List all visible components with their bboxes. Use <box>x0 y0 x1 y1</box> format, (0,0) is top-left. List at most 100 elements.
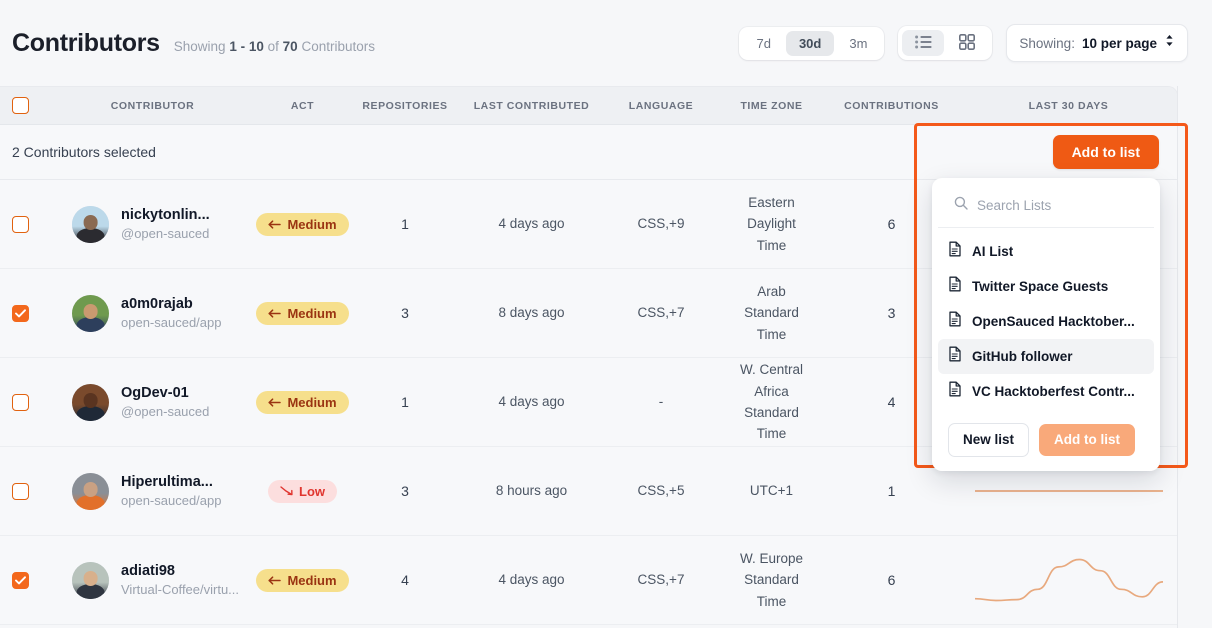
list-view-button[interactable] <box>902 30 944 56</box>
per-page-label: Showing: <box>1019 36 1075 51</box>
avatar <box>72 562 109 599</box>
add-to-list-dropdown: AI List Twitter Space Guests OpenSauced Ha… <box>932 178 1160 471</box>
contributor-cell: OgDev-01 @open-sauced <box>50 384 255 421</box>
contributor-username[interactable]: OgDev-01 <box>121 385 209 401</box>
act-cell: Medium <box>255 213 350 236</box>
list-option[interactable]: GitHub follower <box>938 339 1154 374</box>
act-badge-label: Low <box>299 485 325 498</box>
column-header-last-30-days[interactable]: LAST 30 DAYS <box>959 100 1178 112</box>
dropdown-add-to-list-button[interactable]: Add to list <box>1039 424 1135 456</box>
header-controls: 7d 30d 3m <box>739 24 1188 62</box>
contributor-identity: OgDev-01 @open-sauced <box>121 385 209 419</box>
contributor-username[interactable]: a0m0rajab <box>121 296 221 312</box>
contributor-identity: nickytonlin... @open-sauced <box>121 207 210 241</box>
act-badge: Medium <box>256 213 348 236</box>
per-page-value: 10 per page <box>1082 36 1157 51</box>
column-header-language[interactable]: LANGUAGE <box>603 100 719 112</box>
table-row[interactable]: adiati98Virtual-Coffee/virtu... Medium 44 … <box>0 536 1177 625</box>
row-checkbox[interactable] <box>12 216 29 233</box>
language-cell: - <box>603 391 719 412</box>
act-cell: Medium <box>255 391 350 414</box>
row-checkbox[interactable] <box>12 394 29 411</box>
search-icon <box>954 196 968 215</box>
chevron-up-down-icon <box>1164 33 1175 53</box>
showing-range: 1 - 10 <box>229 39 264 54</box>
table-header-row: CONTRIBUTOR ACT REPOSITORIES LAST CONTRI… <box>0 87 1177 125</box>
document-icon <box>948 381 962 402</box>
list-options: AI List Twitter Space Guests OpenSauced Ha… <box>932 228 1160 413</box>
contributor-repo: @open-sauced <box>121 226 210 241</box>
time-range-7d[interactable]: 7d <box>743 31 783 56</box>
add-to-list-button[interactable]: Add to list <box>1053 135 1159 169</box>
list-option-label: Twitter Space Guests <box>972 279 1108 294</box>
showing-mid: of <box>268 39 279 54</box>
last-30-days-sparkline <box>959 548 1178 612</box>
select-all-checkbox[interactable] <box>12 97 29 114</box>
time-range-30d[interactable]: 30d <box>786 31 834 56</box>
time-zone-cell: Arab Standard Time <box>719 281 824 345</box>
contributor-username[interactable]: adiati98 <box>121 563 239 579</box>
language-cell: CSS,+7 <box>603 569 719 590</box>
time-range-switcher: 7d 30d 3m <box>739 27 884 60</box>
page-title: Contributors <box>12 29 160 58</box>
dropdown-footer: New list Add to list <box>932 413 1160 471</box>
list-option-label: VC Hacktoberfest Contr... <box>972 384 1135 399</box>
list-option-label: OpenSauced Hacktober... <box>972 314 1135 329</box>
row-checkbox[interactable] <box>12 572 29 589</box>
contributor-username[interactable]: nickytonlin... <box>121 207 210 223</box>
last-contributed-cell: 4 days ago <box>460 569 603 590</box>
act-badge-label: Medium <box>287 307 336 320</box>
table-right-divider <box>1177 86 1178 628</box>
list-option[interactable]: OpenSauced Hacktober... <box>938 304 1154 339</box>
contributor-identity: a0m0rajab open-sauced/app <box>121 296 221 330</box>
avatar <box>72 473 109 510</box>
selection-count-label: 2 Contributors selected <box>12 144 156 160</box>
arrow-left-icon <box>268 218 281 231</box>
new-list-button[interactable]: New list <box>948 423 1029 457</box>
column-header-contributions[interactable]: CONTRIBUTIONS <box>824 100 959 112</box>
time-range-3m[interactable]: 3m <box>836 31 880 56</box>
contributor-repo: open-sauced/app <box>121 315 221 330</box>
arrow-left-icon <box>268 307 281 320</box>
row-checkbox[interactable] <box>12 305 29 322</box>
per-page-selector[interactable]: Showing: 10 per page <box>1006 24 1188 62</box>
list-option[interactable]: AI List <box>938 234 1154 269</box>
contributor-cell: Hiperultima... open-sauced/app <box>50 473 255 510</box>
search-lists-input[interactable] <box>977 198 1140 213</box>
column-header-last-contributed[interactable]: LAST CONTRIBUTED <box>460 100 603 112</box>
contributor-repo: @open-sauced <box>121 404 209 419</box>
language-cell: CSS,+7 <box>603 302 719 323</box>
time-zone-cell: W. Central Africa Standard Time <box>719 359 824 444</box>
column-header-contributor[interactable]: CONTRIBUTOR <box>50 100 255 112</box>
time-zone-cell: W. Europe Standard Time <box>719 548 824 612</box>
act-cell: Medium <box>255 569 350 592</box>
showing-summary: Showing 1 - 10 of 70 Contributors <box>174 39 375 54</box>
grid-view-button[interactable] <box>946 30 988 56</box>
contributor-identity: adiati98Virtual-Coffee/virtu... <box>121 563 239 597</box>
list-option[interactable]: VC Hacktoberfest Contr... <box>938 374 1154 409</box>
contributor-repo: open-sauced/app <box>121 493 221 508</box>
showing-prefix: Showing <box>174 39 226 54</box>
contributor-cell: nickytonlin... @open-sauced <box>50 206 255 243</box>
act-badge: Medium <box>256 391 348 414</box>
contributor-cell: a0m0rajab open-sauced/app <box>50 295 255 332</box>
row-checkbox[interactable] <box>12 483 29 500</box>
list-option[interactable]: Twitter Space Guests <box>938 269 1154 304</box>
column-header-time-zone[interactable]: TIME ZONE <box>719 100 824 112</box>
contributions-cell: 1 <box>824 480 959 502</box>
column-header-repositories[interactable]: REPOSITORIES <box>350 100 460 112</box>
page-header: Contributors Showing 1 - 10 of 70 Contri… <box>0 0 1212 86</box>
repositories-cell: 4 <box>350 569 460 591</box>
document-icon <box>948 311 962 332</box>
title-group: Contributors Showing 1 - 10 of 70 Contri… <box>12 29 375 58</box>
contributor-identity: Hiperultima... open-sauced/app <box>121 474 221 508</box>
avatar <box>72 206 109 243</box>
repositories-cell: 1 <box>350 213 460 235</box>
contributor-username[interactable]: Hiperultima... <box>121 474 221 490</box>
contributor-cell: adiati98Virtual-Coffee/virtu... <box>50 562 255 599</box>
column-header-act[interactable]: ACT <box>255 100 350 112</box>
time-zone-cell: Eastern Daylight Time <box>719 192 824 256</box>
act-badge-label: Medium <box>287 574 336 587</box>
last-contributed-cell: 4 days ago <box>460 391 603 412</box>
selection-action-bar: 2 Contributors selected Add to list <box>0 125 1177 180</box>
